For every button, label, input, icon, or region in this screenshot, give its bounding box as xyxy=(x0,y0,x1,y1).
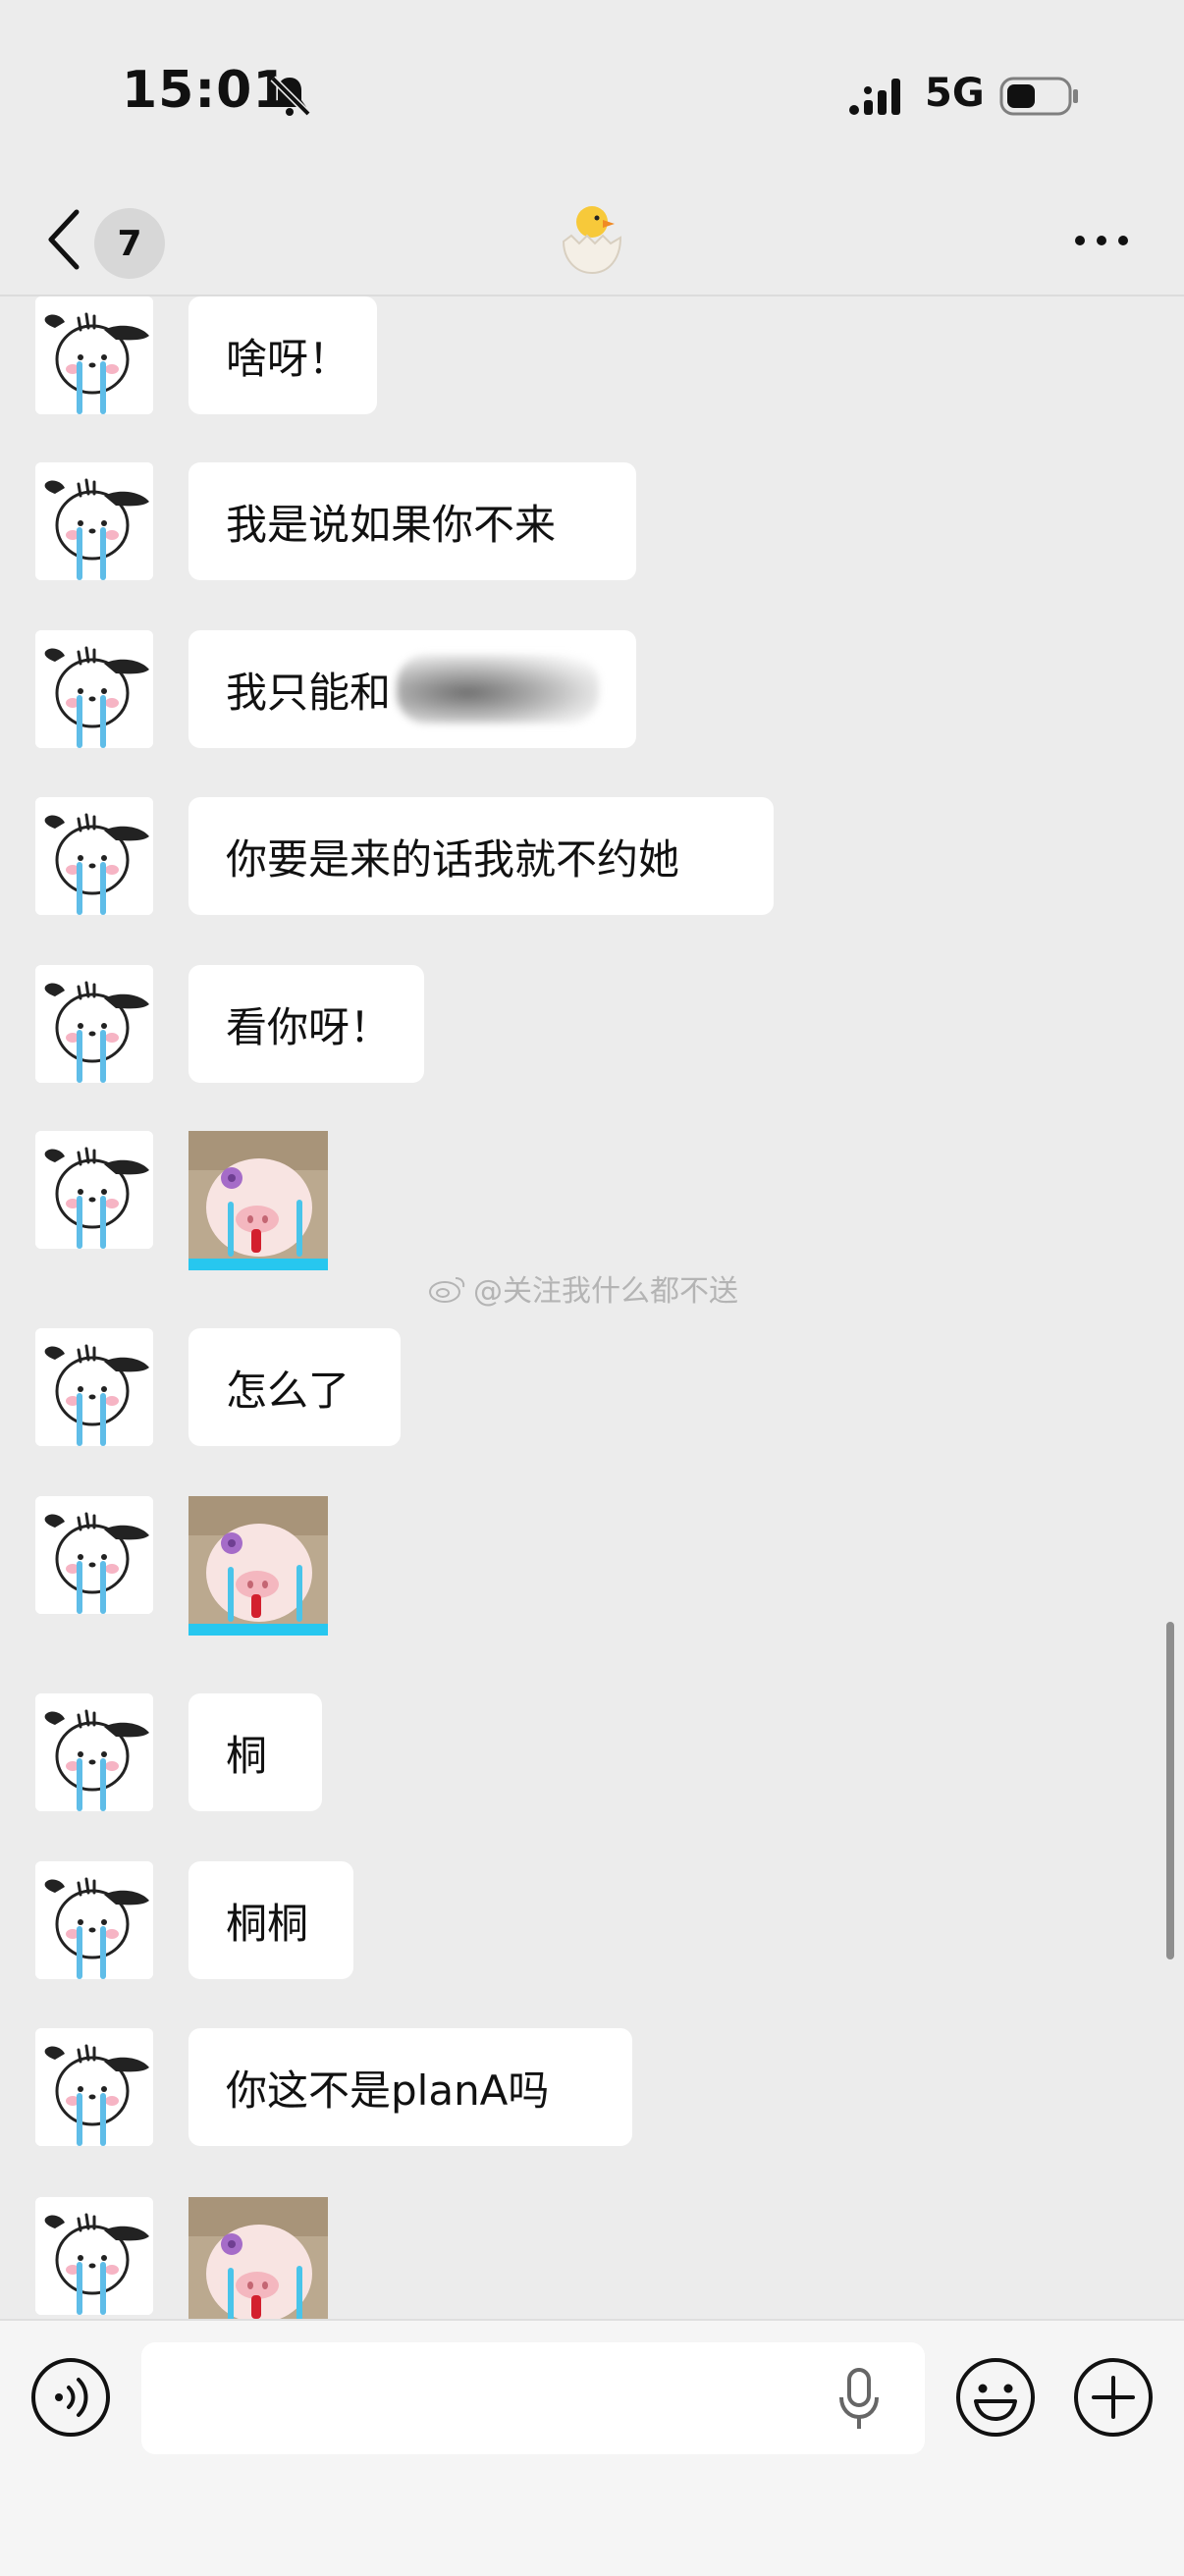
crying-pig-sticker[interactable] xyxy=(188,1496,328,1636)
avatar[interactable] xyxy=(35,2028,153,2146)
avatar[interactable] xyxy=(35,462,153,580)
hatching-chick-icon[interactable] xyxy=(558,198,626,277)
avatar-icon xyxy=(35,296,153,414)
more-icon[interactable] xyxy=(1072,226,1131,255)
battery-icon xyxy=(999,77,1078,116)
message-text: 啥呀！ xyxy=(226,334,350,383)
avatar-icon xyxy=(35,1328,153,1446)
message-text: 怎么了 xyxy=(226,1366,350,1415)
status-time: 15:01 xyxy=(122,61,290,120)
crying-pig-sticker[interactable] xyxy=(188,2197,328,2319)
avatar-icon xyxy=(35,630,153,748)
avatar[interactable] xyxy=(35,1496,153,1614)
message-text: 我只能和 xyxy=(226,668,392,717)
avatar[interactable] xyxy=(35,630,153,748)
back-chevron-icon[interactable] xyxy=(43,204,82,275)
avatar-icon xyxy=(35,1693,153,1811)
input-bar xyxy=(0,2319,1184,2576)
message-text: 桐 xyxy=(226,1731,268,1780)
message-bubble[interactable]: 桐 xyxy=(188,1693,322,1811)
watermark: @关注我什么都不送 xyxy=(428,1266,738,1310)
avatar[interactable] xyxy=(35,2197,153,2315)
bell-muted-icon xyxy=(270,76,311,117)
watermark-text: @关注我什么都不送 xyxy=(473,1274,738,1309)
plus-icon[interactable] xyxy=(1072,2356,1155,2439)
avatar-icon xyxy=(35,1861,153,1979)
microphone-icon[interactable] xyxy=(836,2368,882,2433)
avatar-icon xyxy=(35,1496,153,1614)
crying-pig-sticker[interactable] xyxy=(188,1131,328,1270)
avatar-icon xyxy=(35,1131,153,1249)
message-input[interactable] xyxy=(141,2342,925,2454)
message-bubble[interactable]: 你这不是planA吗 xyxy=(188,2028,632,2146)
avatar[interactable] xyxy=(35,1693,153,1811)
voice-icon[interactable] xyxy=(29,2356,112,2439)
message-text: 看你呀！ xyxy=(226,1002,392,1051)
avatar[interactable] xyxy=(35,1861,153,1979)
avatar-icon xyxy=(35,965,153,1083)
avatar[interactable] xyxy=(35,965,153,1083)
status-bar: 15:01 5G xyxy=(0,0,1184,187)
scrollbar[interactable] xyxy=(1166,1622,1174,1959)
avatar[interactable] xyxy=(35,797,153,915)
message-bubble[interactable]: 桐桐 xyxy=(188,1861,353,1979)
avatar-icon xyxy=(35,462,153,580)
emoji-icon[interactable] xyxy=(954,2356,1037,2439)
message-bubble[interactable]: 你要是来的话我就不约她 xyxy=(188,797,774,915)
avatar-icon xyxy=(35,797,153,915)
avatar-icon xyxy=(35,2028,153,2146)
message-text: 你要是来的话我就不约她 xyxy=(226,834,680,884)
message-text: 我是说如果你不来 xyxy=(226,500,557,549)
redacted-blur xyxy=(397,655,599,724)
avatar[interactable] xyxy=(35,1131,153,1249)
message-text: 桐桐 xyxy=(226,1899,309,1948)
signal-icon xyxy=(849,79,900,115)
avatar[interactable] xyxy=(35,1328,153,1446)
avatar[interactable] xyxy=(35,296,153,414)
avatar-icon xyxy=(35,2197,153,2315)
message-bubble[interactable]: 看你呀！ xyxy=(188,965,424,1083)
message-bubble[interactable]: 我只能和 xyxy=(188,630,636,748)
message-text: 你这不是planA吗 xyxy=(226,2066,550,2115)
unread-count-badge[interactable]: 7 xyxy=(94,208,165,279)
chat-header: 7 xyxy=(0,187,1184,296)
message-bubble[interactable]: 我是说如果你不来 xyxy=(188,462,636,580)
weibo-icon xyxy=(429,1277,465,1303)
network-type: 5G xyxy=(925,71,985,116)
message-bubble[interactable]: 怎么了 xyxy=(188,1328,401,1446)
message-bubble[interactable]: 啥呀！ xyxy=(188,296,377,414)
